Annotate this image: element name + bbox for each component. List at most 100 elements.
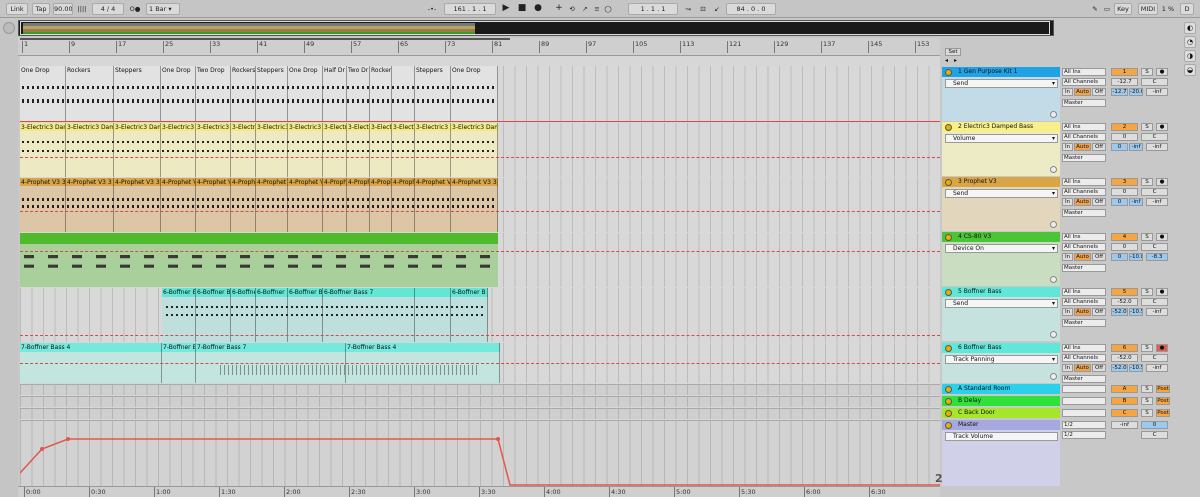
loop-switch-icon[interactable]: ⊡: [697, 3, 709, 15]
post-button[interactable]: Post: [1156, 409, 1170, 417]
automation-chooser[interactable]: Track Panning ▾: [945, 355, 1058, 364]
pan-field[interactable]: C: [1141, 188, 1168, 196]
solo-button[interactable]: S: [1141, 409, 1153, 417]
monitor-auto-button[interactable]: Auto: [1074, 198, 1091, 206]
volume-automation-envelope[interactable]: [20, 421, 940, 486]
time-signature-field[interactable]: 4 / 4: [92, 3, 124, 15]
track-activator-icon[interactable]: [945, 234, 952, 241]
follow-icon[interactable]: -•-: [424, 3, 440, 15]
arrangement-clip[interactable]: Half Dr: [323, 66, 347, 122]
arrangement-overview[interactable]: [18, 20, 1054, 36]
pan-value-field[interactable]: -20.0: [1129, 88, 1143, 96]
input-channel-dropdown[interactable]: All Channels: [1062, 354, 1106, 362]
master-title-bar[interactable]: Master: [942, 420, 1060, 430]
track-title-bar[interactable]: 6 Boffner Bass: [942, 343, 1060, 353]
track-header[interactable]: 2 Electric3 Damped Bass Volume ▾: [942, 122, 1060, 176]
pan-field[interactable]: C: [1141, 354, 1168, 362]
arm-button[interactable]: ●: [1156, 233, 1168, 241]
computer-keyboard-icon[interactable]: ▭: [1102, 3, 1112, 15]
arm-button[interactable]: ●: [1156, 178, 1168, 186]
return-output-dropdown[interactable]: [1062, 409, 1106, 417]
pan-field[interactable]: C: [1141, 298, 1168, 306]
monitor-auto-button[interactable]: Auto: [1074, 308, 1091, 316]
midi-map-button[interactable]: MIDI: [1138, 3, 1158, 15]
metronome-icon[interactable]: O●: [128, 3, 142, 15]
track-lane-3[interactable]: 4-Prophet V3 3 4-Prophet V3 3 4-Prophet V3…: [20, 178, 940, 232]
return-track-header[interactable]: C Back Door: [942, 408, 1060, 419]
return-activator-button[interactable]: B: [1111, 397, 1138, 405]
volume-field[interactable]: -52.0: [1111, 308, 1128, 316]
audio-to-dropdown[interactable]: Master: [1062, 209, 1106, 217]
input-channel-dropdown[interactable]: All Channels: [1062, 78, 1106, 86]
input-type-dropdown[interactable]: All Ins: [1062, 288, 1106, 296]
arrangement-clip[interactable]: One Drop: [161, 66, 196, 122]
automation-chooser[interactable]: Track Volume: [945, 432, 1058, 441]
volume-field[interactable]: 0: [1111, 253, 1128, 261]
tap-button[interactable]: Tap: [32, 3, 50, 15]
return-activator-button[interactable]: C: [1111, 409, 1138, 417]
input-channel-dropdown[interactable]: All Channels: [1062, 298, 1106, 306]
send-knob[interactable]: -52.0: [1111, 354, 1138, 362]
volume-field[interactable]: -12.7: [1111, 88, 1128, 96]
monitor-in-button[interactable]: In: [1062, 308, 1073, 316]
send-knob[interactable]: 0: [1111, 188, 1138, 196]
punch-out-icon[interactable]: ↙: [712, 3, 722, 15]
monitor-in-button[interactable]: In: [1062, 364, 1073, 372]
cue-out-dropdown[interactable]: 1/2: [1062, 421, 1106, 429]
volume-field[interactable]: 0: [1111, 143, 1128, 151]
nudge-icon[interactable]: ||||: [76, 3, 88, 15]
pan-value-field[interactable]: -10.8: [1129, 253, 1143, 261]
add-lane-icon[interactable]: [1050, 111, 1057, 118]
monitor-off-button[interactable]: Off: [1092, 253, 1106, 261]
return-lane-c[interactable]: [20, 408, 940, 419]
key-map-button[interactable]: Key: [1114, 3, 1132, 15]
track-lane-1[interactable]: One Drop Rockers Steppers One Drop Two Drop R…: [20, 66, 940, 122]
pan-field[interactable]: C: [1141, 133, 1168, 141]
track-header[interactable]: 5 Boffner Bass Send ▾: [942, 287, 1060, 341]
track-activator-icon[interactable]: [945, 69, 952, 76]
monitor-auto-button[interactable]: Auto: [1074, 143, 1091, 151]
track-activator-icon[interactable]: [945, 124, 952, 131]
automation-chooser[interactable]: Volume ▾: [945, 134, 1058, 143]
track-lane-2[interactable]: 3-Electric3 Dam 3-Electric3 Dam 3-Electric…: [20, 123, 940, 177]
track-activator-button[interactable]: 1: [1111, 68, 1138, 76]
add-lane-icon[interactable]: [1050, 331, 1057, 338]
track-title-bar[interactable]: 5 Boffner Bass: [942, 287, 1060, 297]
track-header[interactable]: 4 CS-80 V3 Device On ▾: [942, 232, 1060, 286]
return-lane-a[interactable]: [20, 384, 940, 395]
capture-icon[interactable]: ≡: [592, 3, 602, 15]
post-button[interactable]: Post: [1156, 385, 1170, 393]
automation-chooser[interactable]: Device On ▾: [945, 244, 1058, 253]
add-lane-icon[interactable]: [1050, 166, 1057, 173]
arrangement-position-field[interactable]: 161 . 1 . 1: [444, 3, 496, 15]
track-lane-5[interactable]: 6-Boffner B6-Boffner B6-Boffner B6-Boffn…: [20, 288, 940, 342]
return-track-header[interactable]: B Delay: [942, 396, 1060, 407]
input-type-dropdown[interactable]: All Ins: [1062, 68, 1106, 76]
track-title-bar[interactable]: 3 Prophet V3: [942, 177, 1060, 187]
master-pan-field[interactable]: 0: [1141, 421, 1168, 429]
volume-field[interactable]: 0: [1111, 198, 1128, 206]
arm-button[interactable]: ●: [1156, 68, 1168, 76]
return-output-dropdown[interactable]: [1062, 397, 1106, 405]
audio-to-dropdown[interactable]: Master: [1062, 264, 1106, 272]
quantize-dropdown[interactable]: 1 Bar ▾: [146, 3, 180, 15]
track-activator-icon[interactable]: [945, 422, 952, 429]
overdub-icon[interactable]: +: [554, 3, 564, 15]
solo-button[interactable]: S: [1141, 344, 1153, 352]
solo-button[interactable]: S: [1141, 233, 1153, 241]
track-activator-button[interactable]: 3: [1111, 178, 1138, 186]
audio-to-dropdown[interactable]: Master: [1062, 375, 1106, 383]
master-pan-center[interactable]: C: [1141, 431, 1168, 439]
draw-mode-icon[interactable]: ✎: [1090, 3, 1100, 15]
return-output-dropdown[interactable]: [1062, 385, 1106, 393]
input-type-dropdown[interactable]: All Ins: [1062, 178, 1106, 186]
loop-start-field[interactable]: 1 . 1 . 1: [628, 3, 678, 15]
input-channel-dropdown[interactable]: All Channels: [1062, 133, 1106, 141]
monitor-off-button[interactable]: Off: [1092, 308, 1106, 316]
master-track-header[interactable]: Master Track Volume: [942, 420, 1060, 486]
prev-locator-icon[interactable]: ◂: [945, 58, 953, 65]
arrangement-clip[interactable]: [392, 66, 415, 122]
arrangement-clip[interactable]: Steppers: [415, 66, 451, 122]
next-locator-icon[interactable]: ▸: [954, 58, 962, 65]
track-activator-button[interactable]: 5: [1111, 288, 1138, 296]
